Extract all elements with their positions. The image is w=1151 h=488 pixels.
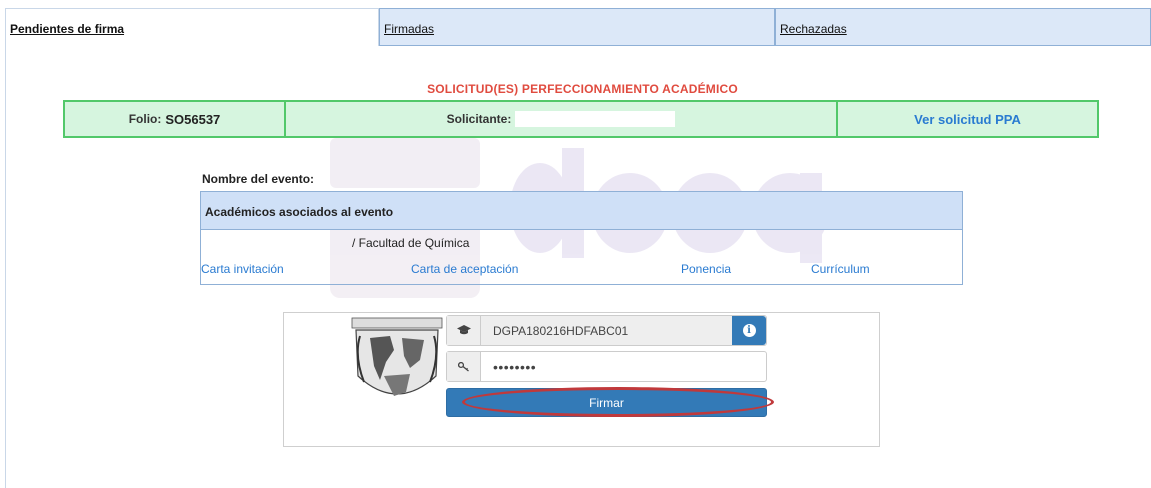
carta-aceptacion-link[interactable]: Carta de aceptación [411, 262, 518, 276]
tab-firmadas[interactable]: Firmadas [379, 8, 775, 46]
key-icon [447, 352, 481, 381]
certificate-input-group: DGPA180216HDFABC01 i [446, 315, 767, 346]
folio-cell: Folio: SO56537 [65, 102, 286, 136]
tab-rechazadas[interactable]: Rechazadas [775, 8, 1151, 46]
section-title: SOLICITUD(ES) PERFECCIONAMIENTO ACADÉMIC… [427, 82, 738, 96]
ver-solicitud-link[interactable]: Ver solicitud PPA [914, 112, 1021, 127]
folio-value: SO56537 [165, 111, 221, 127]
ver-solicitud-cell: Ver solicitud PPA [838, 102, 1097, 136]
solicitante-label: Solicitante: [446, 112, 512, 126]
academicos-table: Académicos asociados al evento / Faculta… [200, 191, 963, 285]
password-input-group: •••••••• [446, 351, 767, 382]
info-button[interactable]: i [732, 316, 766, 345]
folio-label: Folio: [128, 112, 162, 126]
curriculum-link[interactable]: Currículum [811, 262, 870, 276]
tab-bar: Pendientes de firma Firmadas Rechazadas [5, 8, 1151, 46]
password-field[interactable]: •••••••• [481, 352, 766, 381]
tab-pendientes[interactable]: Pendientes de firma [5, 8, 379, 46]
solicitante-redacted [515, 111, 676, 127]
ponencia-link[interactable]: Ponencia [681, 262, 731, 276]
tab-firmadas-link[interactable]: Firmadas [384, 22, 434, 36]
academicos-header: Académicos asociados al evento [201, 192, 962, 230]
graduation-cap-icon [447, 316, 481, 345]
carta-invitacion-link[interactable]: Carta invitación [201, 262, 284, 276]
solicitante-cell: Solicitante: [286, 102, 838, 136]
signature-panel: DGPA180216HDFABC01 i •••••••• Firmar [283, 312, 880, 447]
firmar-button[interactable]: Firmar [446, 388, 767, 417]
solicitud-info-row: Folio: SO56537 Solicitante: Ver solicitu… [63, 100, 1099, 138]
event-name-label: Nombre del evento: [202, 172, 315, 186]
unam-seal-logo [351, 317, 443, 396]
certificate-field[interactable]: DGPA180216HDFABC01 [481, 316, 732, 345]
tab-rechazadas-link[interactable]: Rechazadas [780, 22, 847, 36]
info-circle-icon: i [742, 324, 756, 337]
academico-institution: / Facultad de Química [352, 236, 470, 250]
tab-pendientes-link[interactable]: Pendientes de firma [10, 22, 124, 36]
